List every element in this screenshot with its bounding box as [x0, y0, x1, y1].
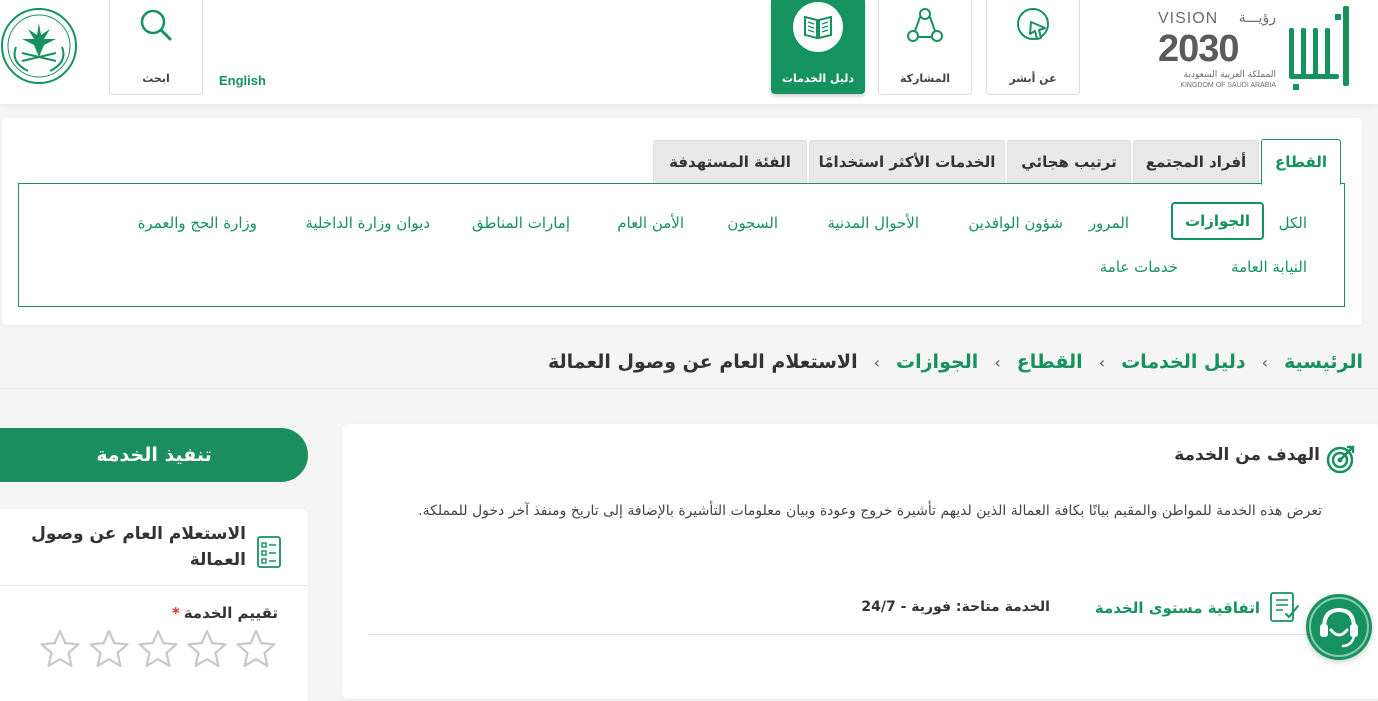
pointer-icon [1017, 8, 1049, 40]
required-mark: * [171, 604, 180, 622]
nav-participation-label: المشاركة [900, 72, 950, 85]
chat-support-button[interactable] [1306, 594, 1372, 660]
sector-all[interactable]: الكل [1279, 214, 1307, 232]
sector-public-security[interactable]: الأمن العام [617, 214, 684, 232]
vision-word: VISION [1158, 10, 1219, 27]
breadcrumb: الرئيسية › دليل الخدمات › القطاع › الجوا… [548, 347, 1363, 377]
kingdom-name-en: KINGDOM OF SAUDI ARABIA [1180, 82, 1276, 89]
breadcrumb-current-page: الاستعلام العام عن وصول العمالة [547, 351, 858, 373]
sector-general-services[interactable]: خدمات عامة [1100, 258, 1178, 276]
breadcrumb-services-guide[interactable]: دليل الخدمات [1121, 351, 1246, 373]
chevron-left-icon: › [873, 352, 881, 372]
breadcrumb-passports[interactable]: الجوازات [896, 351, 978, 373]
service-filter-card: القطاع أفراد المجتمع ترتيب هجائي الخدمات… [2, 118, 1362, 325]
sla-link[interactable]: اتفاقية مستوى الخدمة [1095, 599, 1260, 617]
kingdom-name-ar: المملكة العربية السعودية [1183, 70, 1276, 80]
card-divider [368, 634, 1360, 635]
star-rating[interactable] [38, 627, 278, 671]
ministry-seal-logo[interactable] [0, 7, 78, 85]
language-switch-link[interactable]: English [219, 73, 266, 88]
service-details-card: الهدف من الخدمة تعرض هذه الخدمة للمواطن … [342, 424, 1378, 699]
service-goal-title: الهدف من الخدمة [1174, 445, 1320, 465]
tab-most-used[interactable]: الخدمات الأكثر استخدامًا [809, 140, 1005, 183]
sector-hajj-umrah-ministry[interactable]: وزارة الحج والعمرة [138, 214, 257, 232]
tab-sector[interactable]: القطاع [1261, 139, 1341, 185]
execute-service-button[interactable]: تنفيذ الخدمة [0, 428, 308, 482]
vision-2030-logo: VISION رؤيـــة 2030 المملكة العربية السع… [1158, 10, 1280, 92]
sector-passports[interactable]: الجوازات [1171, 202, 1264, 240]
target-icon [1326, 445, 1355, 474]
sector-interior-ministry-office[interactable]: ديوان وزارة الداخلية [305, 214, 430, 232]
nav-search-label: ابحث [142, 72, 170, 85]
nav-participation[interactable]: المشاركة [878, 0, 972, 95]
star-outline-icon[interactable] [185, 627, 229, 671]
star-outline-icon[interactable] [234, 627, 278, 671]
nav-about[interactable]: عن أبشر [986, 0, 1080, 95]
sector-public-prosecution[interactable]: النيابة العامة [1231, 258, 1307, 276]
share-icon [907, 8, 943, 42]
star-outline-icon[interactable] [87, 627, 131, 671]
vision-word-ar: رؤيـــة [1238, 10, 1276, 26]
chevron-left-icon: › [1261, 352, 1269, 372]
search-icon [140, 9, 172, 41]
nav-search[interactable]: ابحث [109, 0, 203, 95]
side-divider [0, 585, 308, 586]
breadcrumb-divider [0, 388, 1378, 389]
chevron-left-icon: › [1098, 352, 1106, 372]
sector-prisons[interactable]: السجون [727, 214, 778, 232]
sector-regional-emirates[interactable]: إمارات المناطق [472, 214, 570, 232]
absher-logo[interactable] [1285, 6, 1357, 94]
side-service-title: الاستعلام العام عن وصول العمالة [31, 524, 246, 570]
form-list-icon [257, 536, 281, 568]
nav-services-guide[interactable]: دليل الخدمات [771, 0, 865, 94]
chevron-left-icon: › [994, 352, 1001, 372]
star-outline-icon[interactable] [136, 627, 180, 671]
nav-about-label: عن أبشر [1009, 72, 1057, 85]
tab-target-group[interactable]: الفئة المستهدفة [653, 140, 807, 183]
rating-label-text: تقييم الخدمة [183, 604, 278, 622]
support-agent-icon [1309, 597, 1369, 657]
document-check-icon [1270, 592, 1299, 622]
sector-expatriates-affairs[interactable]: شؤون الوافدين [968, 214, 1063, 232]
site-header: VISION رؤيـــة 2030 المملكة العربية السع… [0, 0, 1378, 104]
sector-list-panel: الكل الجوازات المرور شؤون الوافدين الأحو… [18, 183, 1345, 307]
sector-traffic[interactable]: المرور [1089, 214, 1129, 232]
service-info-card: الاستعلام العام عن وصول العمالة تقييم ال… [0, 509, 308, 701]
rating-label: تقييم الخدمة* [172, 604, 278, 622]
tab-community-members[interactable]: أفراد المجتمع [1133, 140, 1259, 183]
service-goal-description: تعرض هذه الخدمة للمواطن والمقيم بيانًا ب… [418, 503, 1322, 519]
book-icon [793, 2, 843, 52]
vision-number: 2030 [1158, 28, 1240, 70]
nav-services-guide-label: دليل الخدمات [781, 72, 855, 85]
service-availability: الخدمة متاحة: فورية - 24/7 [861, 599, 1050, 615]
breadcrumb-sector[interactable]: القطاع [1017, 351, 1083, 373]
star-outline-icon[interactable] [38, 627, 82, 671]
breadcrumb-home[interactable]: الرئيسية [1284, 351, 1363, 373]
tab-alphabetical[interactable]: ترتيب هجائي [1007, 140, 1131, 183]
sector-civil-affairs[interactable]: الأحوال المدنية [827, 214, 919, 232]
